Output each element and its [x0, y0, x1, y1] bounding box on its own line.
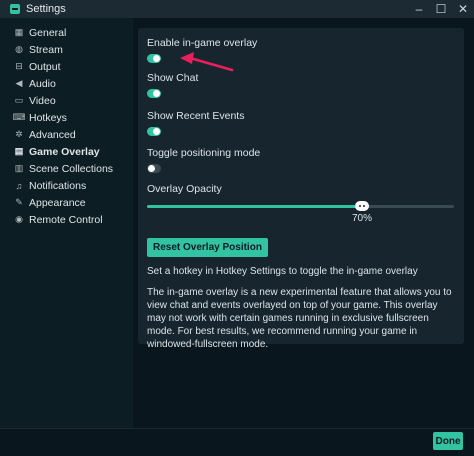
positioning-mode-label: Toggle positioning mode: [147, 147, 261, 159]
keyboard-icon: ⌨: [12, 112, 26, 122]
enable-overlay-label: Enable in-game overlay: [147, 37, 258, 49]
game-overlay-panel: Enable in-game overlay Show Chat Show Re…: [138, 28, 464, 350]
positioning-mode-toggle[interactable]: [147, 164, 161, 173]
sidebar-item-appearance[interactable]: ✎ Appearance: [0, 194, 133, 211]
overlay-description: The in-game overlay is a new experimenta…: [147, 287, 452, 350]
close-button[interactable]: ✕: [452, 0, 474, 18]
sidebar-item-label: General: [29, 26, 67, 39]
done-button[interactable]: Done: [433, 432, 463, 450]
sidebar-item-stream[interactable]: ◍ Stream: [0, 41, 133, 58]
sidebar-item-game-overlay[interactable]: ▤ Game Overlay: [0, 143, 133, 160]
show-recent-events-toggle[interactable]: [147, 127, 161, 136]
sidebar-item-advanced[interactable]: ✲ Advanced: [0, 126, 133, 143]
cogs-icon: ✲: [15, 129, 23, 139]
overlay-icon: ▤: [14, 146, 24, 156]
opacity-slider[interactable]: 70%: [147, 199, 454, 224]
minimize-button[interactable]: –: [408, 0, 430, 18]
sidebar-item-label: Scene Collections: [29, 162, 114, 175]
sidebar-item-hotkeys[interactable]: ⌨ Hotkeys: [0, 109, 133, 126]
sidebar-item-scene-collections[interactable]: ▥ Scene Collections: [0, 160, 133, 177]
sidebar-item-label: Game Overlay: [29, 145, 100, 158]
sidebar-item-label: Hotkeys: [29, 111, 67, 124]
sidebar-item-label: Output: [29, 60, 61, 73]
sidebar-item-label: Audio: [29, 77, 56, 90]
output-icon: ⊟: [15, 61, 23, 71]
sidebar-item-general[interactable]: ▦ General: [0, 24, 133, 41]
sidebar-item-label: Stream: [29, 43, 63, 56]
sidebar-item-label: Notifications: [29, 179, 87, 192]
overlay-opacity-label: Overlay Opacity: [147, 183, 222, 195]
toggle-knob: [153, 55, 160, 62]
slider-handle[interactable]: [355, 201, 369, 211]
sidebar-item-video[interactable]: ▭ Video: [0, 92, 133, 109]
hotkey-hint-text: Set a hotkey in Hotkey Settings to toggl…: [147, 266, 418, 277]
toggle-knob: [153, 90, 160, 97]
footer-bar: [0, 428, 474, 456]
speaker-icon: ◀: [15, 78, 23, 88]
sidebar-item-label: Remote Control: [29, 213, 103, 226]
annotation-arrow-icon: [180, 52, 234, 72]
grid-icon: ▦: [14, 27, 24, 37]
sidebar-item-remote-control[interactable]: ◉ Remote Control: [0, 211, 133, 228]
sidebar-item-audio[interactable]: ◀ Audio: [0, 75, 133, 92]
show-recent-events-label: Show Recent Events: [147, 110, 245, 122]
show-chat-toggle[interactable]: [147, 89, 161, 98]
bell-icon: ♫: [15, 180, 23, 191]
opacity-value: 70%: [351, 213, 373, 224]
sidebar-item-label: Appearance: [29, 196, 86, 209]
title-bar: Settings – ☐ ✕: [0, 0, 474, 18]
app-logo-icon: [10, 4, 20, 14]
brush-icon: ✎: [15, 197, 23, 207]
sidebar-item-label: Advanced: [29, 128, 76, 141]
remote-icon: ◉: [15, 214, 23, 224]
globe-icon: ◍: [15, 44, 23, 54]
enable-overlay-toggle[interactable]: [147, 54, 161, 63]
sidebar-item-output[interactable]: ⊟ Output: [0, 58, 133, 75]
toggle-knob: [148, 165, 155, 172]
sidebar-item-label: Video: [29, 94, 56, 107]
maximize-button[interactable]: ☐: [430, 0, 452, 18]
slider-fill: [147, 205, 362, 208]
settings-sidebar: ▦ General ◍ Stream ⊟ Output ◀ Audio ▭ Vi…: [0, 18, 133, 428]
sidebar-item-notifications[interactable]: ♫ Notifications: [0, 177, 133, 194]
toggle-knob: [153, 128, 160, 135]
reset-overlay-position-button[interactable]: Reset Overlay Position: [147, 238, 268, 257]
window-title: Settings: [26, 3, 66, 15]
display-icon: ▭: [14, 95, 24, 105]
collections-icon: ▥: [14, 163, 24, 173]
window-controls: – ☐ ✕: [408, 0, 474, 18]
